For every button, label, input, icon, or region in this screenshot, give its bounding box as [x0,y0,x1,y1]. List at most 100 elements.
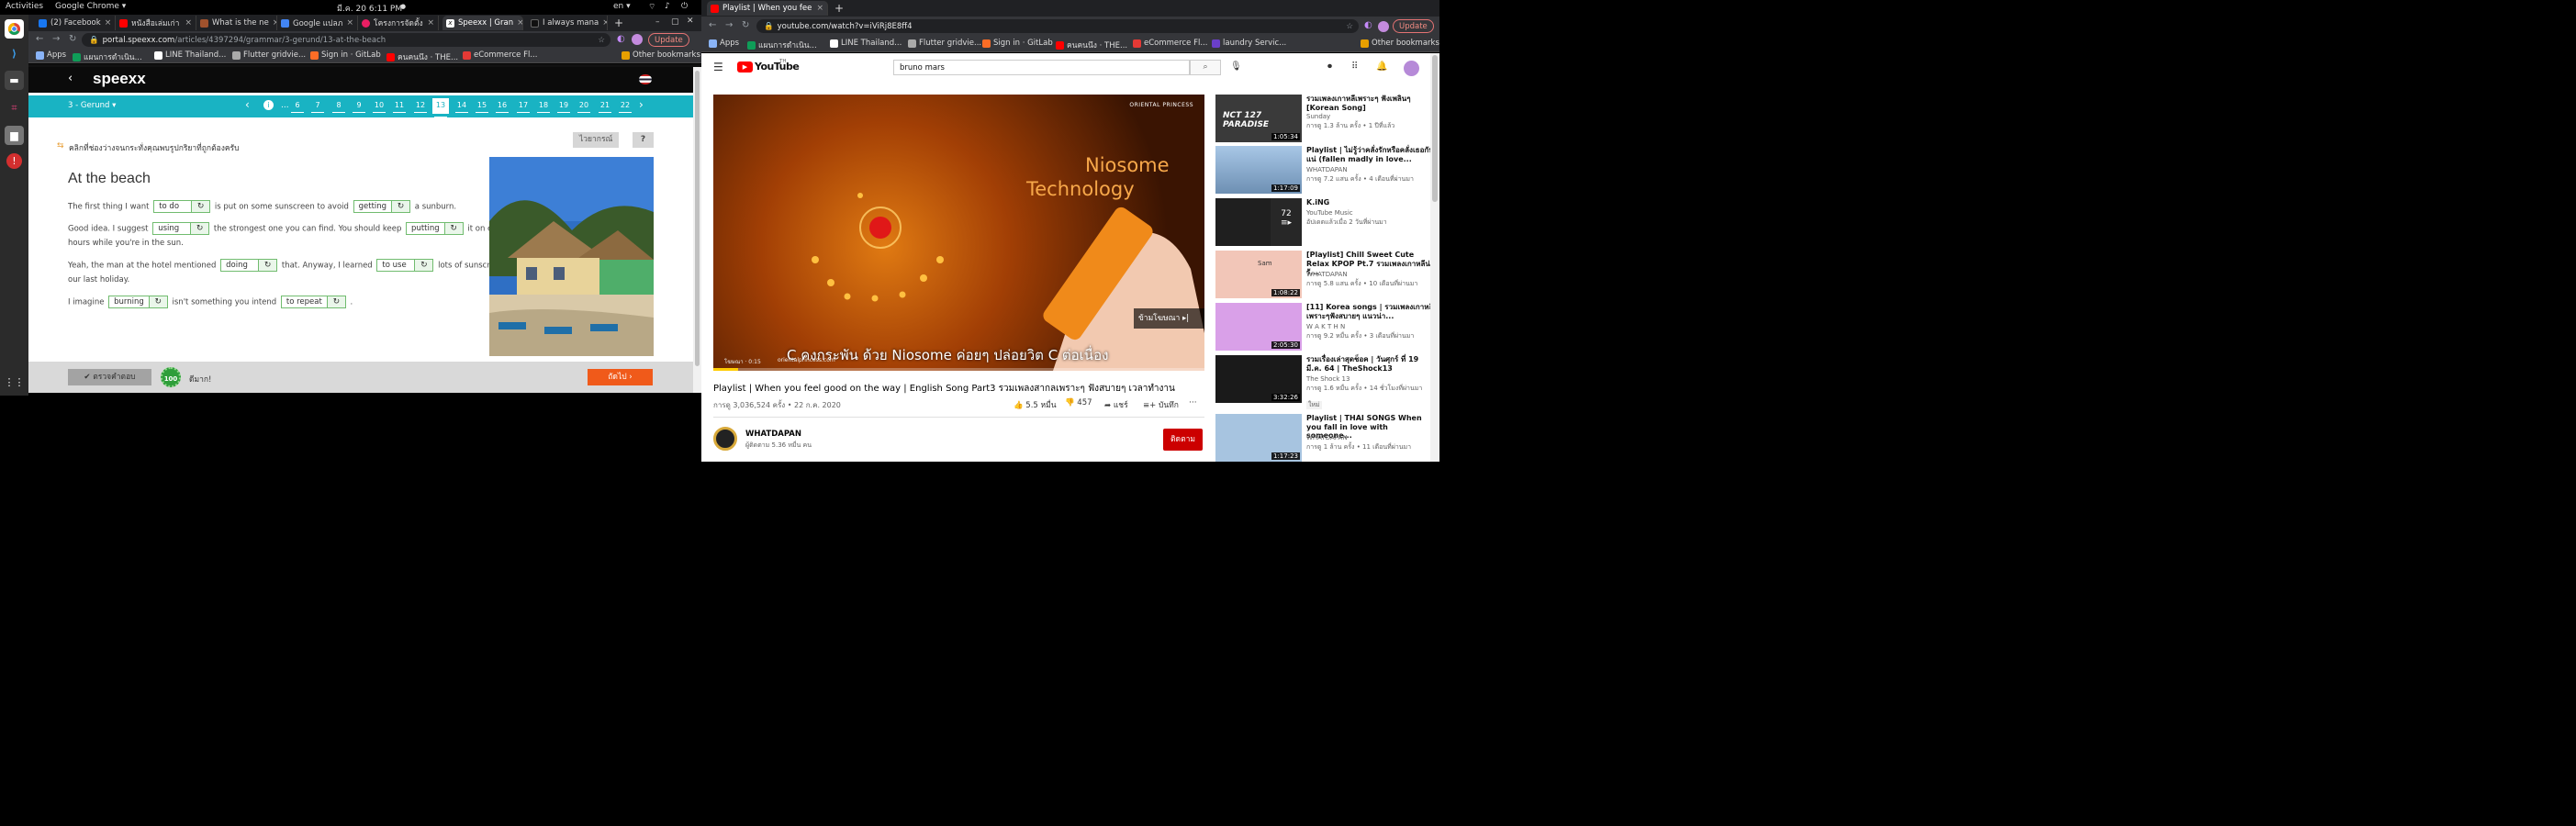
bookmark-gitlab[interactable]: Sign in · GitLab [982,39,1053,48]
chrome-icon[interactable] [5,19,24,39]
youtube-brand[interactable]: YouTube [755,61,800,73]
address-bar[interactable]: 🔒 portal.speexx.com/articles/4397294/gra… [82,33,610,47]
tab-project[interactable]: โครงการจัดตั้ง × [358,16,439,30]
subscribe-button[interactable]: ติดตาม [1163,429,1203,451]
page-20[interactable]: 20 [576,101,592,113]
channel-name[interactable]: WHATDAPAN [745,430,801,439]
bookmark-apps[interactable]: Apps [36,50,66,60]
account-avatar[interactable] [1404,61,1419,76]
vscode-icon[interactable]: ⟩ [5,44,24,63]
notifications-icon[interactable]: 🔔 [1376,61,1387,72]
page-9[interactable]: 9 [351,101,367,113]
next-button[interactable]: ถัดไป › [588,369,653,385]
suggestion-1[interactable]: NCT 127 PARADISE 1:05:34 รวมเพลงเกาหลีเพร… [1215,95,1436,142]
answer-gap[interactable]: putting ↻ [406,222,464,235]
page-16[interactable]: 16 [494,101,510,113]
alert-icon[interactable]: ! [6,153,22,169]
suggestion-7[interactable]: 1:17:23 Playlist | THAI SONGS When you f… [1215,414,1436,462]
maximize-icon[interactable]: ▢ [671,17,679,27]
page-11[interactable]: 11 [391,101,408,113]
bookmark-ecommerce[interactable]: eCommerce Fl... [1133,39,1207,48]
show-apps-icon[interactable]: ⋮⋮ [5,373,25,392]
terminal-icon[interactable]: ▬ [5,71,24,90]
bookmark-plan[interactable]: แผนการดำเนิน... [73,50,142,63]
bookmark-other[interactable]: Other bookmarks [622,50,700,60]
skip-ad-button[interactable]: ข้ามโฆษณา ▸| [1134,308,1204,329]
answer-gap[interactable]: burning ↻ [108,296,168,308]
suggestion-5[interactable]: 2:05:30 [11] Korea songs | รวมเพลงเกาหลี… [1215,303,1436,351]
power-icon[interactable]: ⏻ [681,2,688,11]
answer-gap[interactable]: to use ↻ [376,259,434,272]
forward-icon[interactable]: → [52,34,60,44]
network-icon[interactable]: ⌔ [648,2,655,12]
search-input[interactable]: bruno mars [893,60,1190,75]
forward-icon[interactable]: → [725,20,733,30]
answer-gap[interactable]: getting ↻ [353,200,411,213]
scrollbar[interactable] [693,67,701,393]
back-arrow-icon[interactable]: ‹ [68,72,73,85]
page-14[interactable]: 14 [454,101,470,113]
language-indicator[interactable]: en ▾ [613,2,631,11]
page-21[interactable]: 21 [597,101,613,113]
more-actions-icon[interactable]: ··· [1189,398,1197,407]
flag-icon[interactable] [639,74,652,84]
suggestion-4[interactable]: Sam 1:08:22 [Playlist] Chill Sweet Cute R… [1215,251,1436,298]
answer-gap[interactable]: doing ↻ [220,259,278,272]
volume-icon[interactable]: ♪ [665,2,670,11]
bookmark-ecommerce[interactable]: eCommerce Fl... [463,50,537,60]
page-13-current[interactable]: 13 [432,98,449,117]
bookmark-gitlab[interactable]: Sign in · GitLab [310,50,381,60]
menu-icon[interactable]: ☰ [713,61,723,73]
video-thumbnail[interactable]: 1:17:09 [1215,146,1302,194]
extension-icon[interactable]: ◐ [1364,20,1372,30]
video-thumbnail[interactable]: Sam 1:08:22 [1215,251,1302,298]
avatar[interactable] [1378,21,1389,32]
youtube-logo-icon[interactable]: ▶ [737,61,753,73]
check-answer-button[interactable]: ✔ ตรวจคำตอบ [68,369,151,385]
app-menu[interactable]: Google Chrome ▾ [55,2,126,11]
extension-icon[interactable]: ◐ [617,34,625,44]
scrollbar[interactable] [1430,53,1439,462]
bookmark-flutter[interactable]: Flutter gridvie... [232,50,306,60]
dislike-button[interactable]: 👎 457 [1065,398,1092,407]
create-video-icon[interactable]: ⏺ [1327,61,1332,72]
help-button[interactable]: ? [633,132,654,148]
unit-selector[interactable]: 3 - Gerund ▾ [68,101,116,110]
suggestion-6[interactable]: 3:32:26 รวมเรื่องเล่าสุดช็อค | วันศุกร์ … [1215,355,1436,409]
tab-youtube-book[interactable]: หนังสือเล่มเก่า × [116,16,196,30]
page-19[interactable]: 19 [555,101,572,113]
ad-site-link[interactable]: orientalprincess.com [778,357,835,363]
suggestion-3-playlist[interactable]: 72 ≡▸ K.iNG YouTube Music อัปเดตแล้วเมื่อ… [1215,198,1436,246]
back-icon[interactable]: ← [709,20,716,30]
page-18[interactable]: 18 [535,101,552,113]
bookmark-star-icon[interactable]: ☆ [1346,22,1353,31]
like-button[interactable]: 👍 5.5 หมื่น [1014,398,1057,411]
video-thumbnail[interactable]: 2:05:30 [1215,303,1302,351]
bookmark-apps[interactable]: Apps [709,39,739,48]
page-7[interactable]: 7 [309,101,326,113]
bookmark-star-icon[interactable]: ☆ [598,36,605,45]
grammar-button[interactable]: ไวยากรณ์ [573,132,620,148]
page-10[interactable]: 10 [371,101,387,113]
answer-gap[interactable]: to repeat ↻ [280,296,346,308]
update-button[interactable]: Update [648,33,689,47]
video-thumbnail[interactable]: 1:17:23 [1215,414,1302,462]
page-17[interactable]: 17 [515,101,532,113]
bookmark-line[interactable]: LINE Thailand... [830,39,902,48]
activities-button[interactable]: Activities [6,2,43,11]
video-player[interactable]: ORIENTAL PRINCESS Niosome Technology ข้า… [713,95,1204,371]
reload-icon[interactable]: ↻ [742,20,749,30]
search-button[interactable]: ⌕ [1190,60,1221,75]
minimize-icon[interactable]: – [655,17,660,27]
bookmark-the[interactable]: คนคนนึง · THE... [386,50,458,63]
playlist-thumbnail[interactable]: 72 ≡▸ [1215,198,1302,246]
bookmark-line[interactable]: LINE Thailand... [154,50,226,60]
apps-grid-icon[interactable]: ⠿ [1351,61,1358,72]
video-thumbnail[interactable]: 3:32:26 [1215,355,1302,403]
tab-facebook[interactable]: (2) Facebook × [35,16,116,30]
files-icon[interactable]: ▆ [5,126,24,145]
video-thumbnail[interactable]: NCT 127 PARADISE 1:05:34 [1215,95,1302,142]
bookmark-the[interactable]: คนคนนึง · THE... [1056,39,1127,51]
close-window-icon[interactable]: ✕ [687,17,694,26]
page-22[interactable]: 22 [617,101,633,113]
